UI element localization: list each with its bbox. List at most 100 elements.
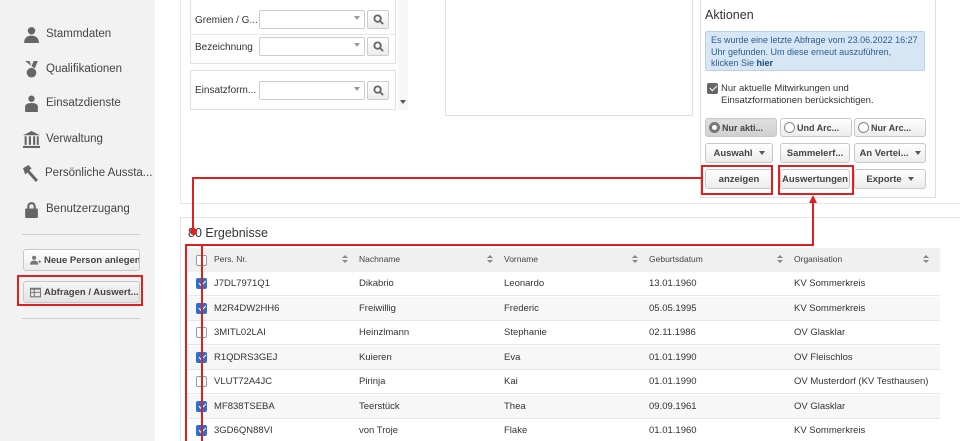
- sidebar-item-stammdaten[interactable]: Stammdaten: [22, 23, 152, 45]
- cell-geburtsdatum: 01.01.1990: [649, 376, 697, 387]
- cell-pers-nr: J7DL7971Q1: [214, 278, 270, 289]
- chevron-down-icon: [907, 177, 914, 181]
- bulk-entry-button[interactable]: Sammelerf...: [780, 143, 850, 163]
- cell-vorname: Flake: [504, 425, 528, 436]
- cell-nachname: Kuieren: [359, 351, 392, 363]
- einsatzform-label: Einsatzform...: [195, 85, 257, 96]
- sidebar-item-label: Persönliche Aussta...: [45, 167, 152, 179]
- sidebar-item-einsatzdienste[interactable]: Einsatzdienste: [22, 92, 152, 114]
- column-header-geburtsdatum[interactable]: Geburtsdatum: [649, 254, 703, 264]
- cell-nachname: Teerstück: [359, 400, 400, 412]
- bezeichnung-search-button[interactable]: [367, 37, 389, 56]
- annotation-highlight-evaluations: [778, 165, 854, 195]
- table-row[interactable]: 3MITL02LAI Heinzlmann Stephanie 02.11.1986 O…: [188, 321, 940, 345]
- exports-dropdown-button[interactable]: Exporte: [854, 169, 926, 189]
- new-person-button[interactable]: Neue Person anlegen: [23, 249, 140, 271]
- sidebar-item-persoenliche-ausstattung[interactable]: Persönliche Aussta...: [22, 162, 152, 184]
- einsatzform-search-button[interactable]: [367, 81, 389, 100]
- cell-geburtsdatum: 05.05.1995: [649, 302, 697, 314]
- scroll-down-icon[interactable]: [400, 100, 406, 104]
- sidebar-item-label: Einsatzdienste: [46, 97, 121, 109]
- field-divider: [191, 34, 395, 35]
- chevron-down-icon: [914, 151, 921, 155]
- sidebar-item-benutzerzugang[interactable]: Benutzerzugang: [22, 198, 152, 220]
- person-icon: [22, 25, 40, 43]
- sidebar-divider: [22, 318, 140, 319]
- filter-scrollbar[interactable]: [398, 0, 408, 110]
- annotation-highlight-checkboxes: [185, 244, 203, 441]
- table-row[interactable]: M2R4DW2HH6 Freiwillig Frederic 05.05.1995 KV…: [188, 296, 940, 321]
- cell-organisation: KV Sommerkreis: [794, 278, 866, 289]
- sort-icon[interactable]: [923, 255, 929, 265]
- table-row[interactable]: 3GD6QN88VI von Troje Flake 01.01.1960 KV Som…: [188, 419, 940, 441]
- cell-geburtsdatum: 01.01.1960: [649, 425, 697, 436]
- cell-nachname: Pirinja: [359, 376, 386, 387]
- gremien-select[interactable]: [259, 10, 365, 29]
- cell-organisation: OV Glasklar: [794, 327, 846, 338]
- column-header-vorname[interactable]: Vorname: [504, 254, 538, 264]
- table-row[interactable]: J7DL7971Q1 Dikabrio Leonardo 13.01.1960 KV S…: [188, 272, 940, 296]
- cell-nachname: Freiwillig: [359, 302, 396, 314]
- sort-icon[interactable]: [777, 255, 783, 265]
- sidebar-item-qualifikationen[interactable]: Qualifikationen: [22, 58, 152, 80]
- cell-pers-nr: MF838TSEBA: [214, 400, 275, 412]
- sidebar-item-verwaltung[interactable]: Verwaltung: [22, 128, 152, 150]
- table-row[interactable]: R1QDRS3GEJ Kuieren Eva 01.01.1990 OV Fleisch…: [188, 345, 940, 370]
- table-header: Pers. Nr. Nachname Vorname Geburtsdatum …: [188, 248, 940, 272]
- sidebar-item-label: Benutzerzugang: [46, 203, 130, 215]
- actions-title: Aktionen: [705, 8, 754, 22]
- cell-nachname: von Troje: [359, 425, 399, 436]
- gremien-label: Gremien / G...: [195, 15, 258, 26]
- radio-archive-only[interactable]: Nur Arc...: [854, 118, 926, 137]
- annotation-line: [192, 177, 701, 179]
- cell-vorname: Eva: [504, 351, 521, 363]
- table-row[interactable]: MF838TSEBA Teerstück Thea 09.09.1961 OV Glas…: [188, 394, 940, 419]
- column-header-nachname[interactable]: Nachname: [359, 254, 400, 264]
- cell-vorname: Kai: [504, 376, 518, 387]
- einsatzform-select[interactable]: [259, 81, 365, 100]
- annotation-line: [812, 201, 814, 246]
- sort-icon[interactable]: [487, 255, 493, 265]
- rerun-query-link[interactable]: hier: [757, 58, 774, 68]
- cell-organisation: KV Sommerkreis: [794, 425, 866, 436]
- column-header-pers-nr[interactable]: Pers. Nr.: [214, 254, 247, 264]
- cell-pers-nr: 3GD6QN88VI: [214, 425, 273, 436]
- annotation-line: [192, 177, 194, 230]
- cell-organisation: KV Sommerkreis: [794, 302, 866, 314]
- bezeichnung-label: Bezeichnung: [195, 42, 253, 53]
- distribution-list-button[interactable]: An Vertei...: [854, 143, 926, 163]
- current-only-checkbox[interactable]: [707, 83, 718, 94]
- results-section: 80 Ergebnisse Pers. Nr. Nachname Vorname…: [180, 217, 960, 441]
- radio-and-archive[interactable]: Und Arc...: [780, 118, 852, 137]
- radio-current-only[interactable]: Nur akti...: [705, 118, 777, 137]
- bezeichnung-select[interactable]: [259, 37, 365, 56]
- search-icon: [372, 14, 384, 25]
- annotation-line: [203, 244, 814, 246]
- cell-pers-nr: VLUT72A4JC: [214, 376, 273, 387]
- sidebar-divider: [22, 234, 140, 235]
- cell-geburtsdatum: 13.01.1960: [649, 278, 697, 289]
- cell-geburtsdatum: 02.11.1986: [649, 327, 696, 338]
- table-row[interactable]: VLUT72A4JC Pirinja Kai 01.01.1990 OV Musterd…: [188, 370, 940, 394]
- results-count-title: 80 Ergebnisse: [188, 226, 268, 240]
- cell-vorname: Leonardo: [504, 278, 545, 289]
- cell-vorname: Frederic: [504, 302, 539, 314]
- sidebar-item-label: Stammdaten: [46, 28, 112, 40]
- chevron-down-icon: [354, 16, 360, 20]
- column-header-organisation[interactable]: Organisation: [794, 254, 842, 264]
- selection-dropdown-button[interactable]: Auswahl: [705, 143, 773, 163]
- cell-vorname: Stephanie: [504, 327, 547, 338]
- chevron-down-icon: [758, 151, 765, 155]
- building-icon: [22, 130, 40, 148]
- cell-organisation: OV Musterdorf (KV Testhausen): [794, 376, 929, 387]
- cell-geburtsdatum: 09.09.1961: [649, 400, 697, 412]
- medal-icon: [22, 60, 40, 78]
- search-icon: [372, 85, 384, 96]
- search-icon: [372, 41, 384, 52]
- sort-icon[interactable]: [632, 255, 638, 265]
- sort-icon[interactable]: [342, 255, 348, 265]
- cell-nachname: Heinzlmann: [359, 327, 410, 338]
- gremien-search-button[interactable]: [367, 10, 389, 29]
- annotation-arrow-icon: [809, 195, 817, 203]
- annotation-highlight-queries: [17, 275, 143, 306]
